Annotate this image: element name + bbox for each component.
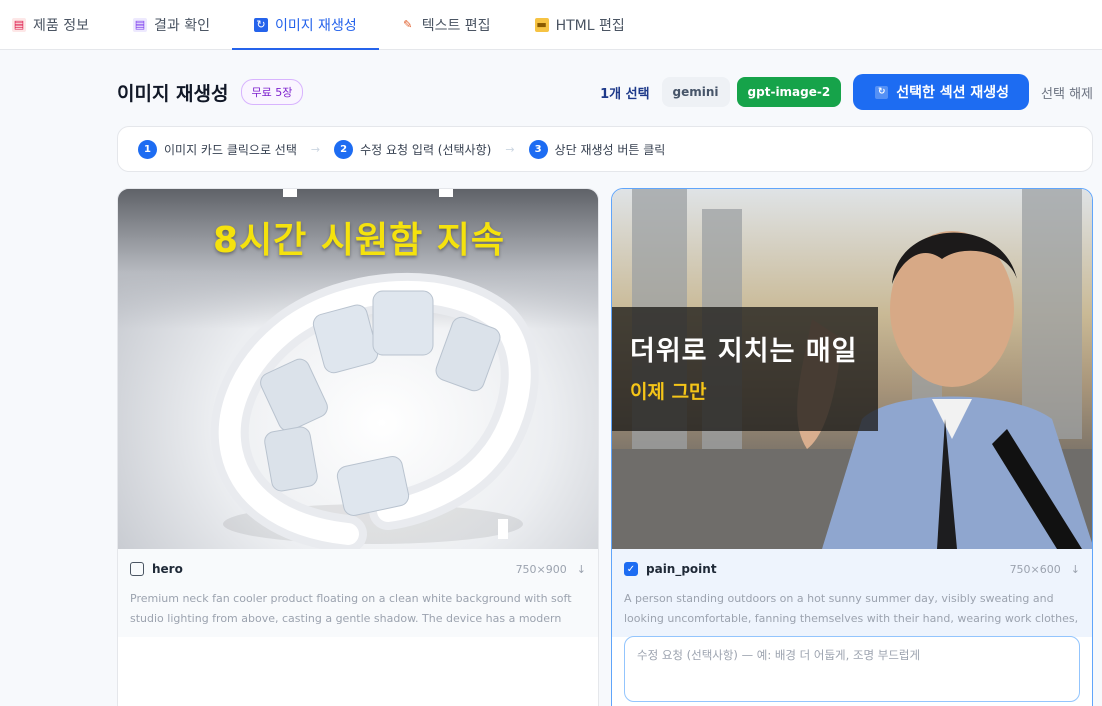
regenerate-icon: ↻ — [253, 17, 268, 32]
hero-image[interactable]: 8시간 시원함 지속 — [118, 189, 598, 549]
pencil-icon: ✎ — [403, 18, 413, 31]
tab-result-check[interactable]: ▤ 결과 확인 — [111, 0, 232, 49]
neck-fan-product-illustration — [210, 272, 539, 549]
card-info: hero 750×900 ↓ Premium neck fan cooler p… — [118, 549, 598, 637]
page-header: 이미지 재생성 무료 5장 1개 선택 gemini gpt-image-2 ↻… — [117, 74, 1093, 110]
image-card-hero[interactable]: 8시간 시원함 지속 hero 750×900 ↓ Premium neck f… — [117, 188, 599, 706]
tab-text-edit[interactable]: ✎ 텍스트 편집 — [379, 0, 513, 49]
result-doc-icon: ▤ — [132, 17, 147, 32]
top-tab-bar: ▤ 제품 정보 ▤ 결과 확인 ↻ 이미지 재생성 ✎ 텍스트 편집 ▬ HTM… — [0, 0, 1102, 50]
regenerate-button-label: 선택한 섹션 재생성 — [896, 85, 1010, 101]
product-doc-icon: ▤ — [12, 17, 26, 32]
section-name: pain_point — [646, 562, 717, 576]
free-quota-badge: 무료 5장 — [240, 79, 304, 105]
selected-count: 1개 선택 — [600, 86, 650, 102]
step-1: 1 이미지 카드 클릭으로 선택 — [138, 139, 297, 159]
select-checkbox-checked[interactable]: ✓ — [624, 562, 638, 576]
step-arrow-icon: → — [505, 142, 515, 156]
model-gpt-image-button[interactable]: gpt-image-2 — [736, 77, 842, 107]
regenerate-selected-button[interactable]: ↻ 선택한 섹션 재생성 — [853, 74, 1030, 110]
tab-product-info[interactable]: ▤ 제품 정보 — [0, 0, 111, 49]
download-icon[interactable]: ↓ — [577, 563, 586, 576]
page-title: 이미지 재생성 — [117, 82, 229, 105]
step-text: 상단 재생성 버튼 클릭 — [554, 142, 666, 157]
tab-label: HTML 편집 — [555, 17, 625, 34]
pain-image-headline: 더위로 지치는 매일 — [630, 336, 858, 367]
image-dimensions: 750×900 — [515, 562, 567, 576]
step-number: 3 — [528, 139, 548, 159]
image-card-pain-point[interactable]: 더위로 지치는 매일 이제 그만 ✓ pain_point 750×600 ↓ … — [611, 188, 1093, 706]
instruction-steps: 1 이미지 카드 클릭으로 선택 → 2 수정 요청 입력 (선택사항) → 3… — [117, 126, 1093, 172]
pain-image-subline: 이제 그만 — [630, 381, 707, 403]
tab-label: 텍스트 편집 — [421, 17, 491, 34]
step-arrow-icon: → — [310, 142, 321, 156]
tab-label: 결과 확인 — [153, 17, 210, 34]
tab-label: 이미지 재생성 — [274, 17, 357, 34]
image-dimensions: 750×600 — [1009, 562, 1061, 576]
model-gemini-button[interactable]: gemini — [661, 77, 730, 107]
select-checkbox[interactable] — [130, 562, 144, 576]
folder-icon: ▬ — [534, 17, 549, 32]
tab-label: 제품 정보 — [33, 17, 89, 34]
pain-point-image[interactable]: 더위로 지치는 매일 이제 그만 — [612, 189, 1092, 549]
step-2: 2 수정 요청 입력 (선택사항) — [334, 139, 492, 159]
step-text: 수정 요청 입력 (선택사항) — [360, 142, 492, 157]
download-icon[interactable]: ↓ — [1071, 563, 1080, 576]
edit-request-input[interactable] — [624, 636, 1080, 702]
tab-html-edit[interactable]: ▬ HTML 편집 — [513, 0, 647, 49]
image-prompt: Premium neck fan cooler product floating… — [130, 592, 572, 625]
regenerate-icon: ↻ — [875, 85, 889, 99]
step-number: 2 — [334, 139, 354, 159]
card-info: ✓ pain_point 750×600 ↓ A person standing… — [612, 549, 1092, 637]
step-text: 이미지 카드 클릭으로 선택 — [164, 142, 297, 157]
tab-image-regenerate[interactable]: ↻ 이미지 재생성 — [231, 0, 379, 50]
deselect-link[interactable]: 선택 해제 — [1041, 83, 1093, 102]
step-number: 1 — [138, 139, 157, 159]
section-name: hero — [152, 562, 183, 576]
step-3: 3 상단 재생성 버튼 클릭 — [528, 139, 666, 159]
image-prompt: A person standing outdoors on a hot sunn… — [624, 592, 1079, 625]
headline-panel — [612, 307, 878, 431]
